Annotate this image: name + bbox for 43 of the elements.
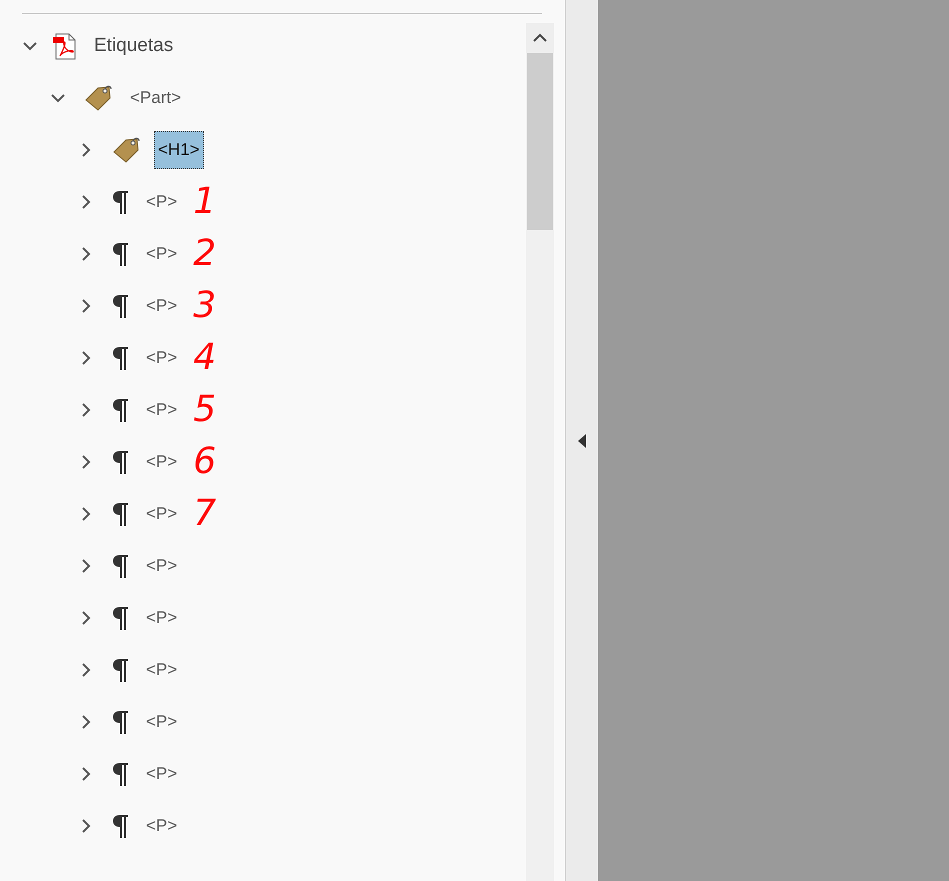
collapse-panel-icon[interactable] [577,432,587,448]
tag-tree-item[interactable]: <P> [142,813,182,839]
paragraph-mark-icon [112,345,130,371]
paragraph-mark-icon [112,605,130,631]
paragraph-mark-icon [112,501,130,527]
tag-tree-item[interactable]: Etiquetas [90,32,178,60]
tag-tree-item[interactable]: <P> [142,397,182,423]
tag-tree-item[interactable]: <P> [142,553,182,579]
handwritten-number: 5 [193,392,216,428]
handwritten-number: 6 [193,444,216,480]
tag-tree-item[interactable]: <P> [142,657,182,683]
tag-tree-item[interactable]: <P> [142,709,182,735]
paragraph-mark-icon [112,709,130,735]
tag-tree-item[interactable]: <P> [142,189,182,215]
paragraph-mark-icon [112,657,130,683]
tag-icon [112,136,142,164]
paragraph-mark-icon [112,553,130,579]
tag-tree-item[interactable]: <P> [142,761,182,787]
handwritten-number: 7 [193,496,216,532]
pdf-document-icon [52,31,78,61]
scrollbar-thumb[interactable] [527,53,553,230]
tag-tree-item[interactable]: <P> [142,449,182,475]
paragraph-mark-icon [112,449,130,475]
handwritten-number: 2 [193,236,216,272]
paragraph-mark-icon [112,397,130,423]
tag-tree-item[interactable]: <P> [142,605,182,631]
vertical-scrollbar[interactable] [526,23,554,881]
handwritten-number: 4 [193,340,216,376]
paragraph-mark-icon [112,761,130,787]
handwritten-number: 1 [193,184,216,220]
tag-tree-item[interactable]: <P> [142,241,182,267]
paragraph-mark-icon [112,241,130,267]
paragraph-mark-icon [112,813,130,839]
tag-icon [84,84,114,112]
paragraph-mark-icon [112,293,130,319]
tag-tree-item[interactable]: <P> [142,345,182,371]
tag-tree-item[interactable]: <P> [142,293,182,319]
handwritten-number: 3 [193,288,216,324]
chevron-up-icon [533,33,547,43]
tag-tree-item[interactable]: <Part> [126,85,186,111]
paragraph-mark-icon [112,189,130,215]
tag-tree-item[interactable]: <P> [142,501,182,527]
tag-tree-item[interactable]: <H1> [154,131,204,169]
